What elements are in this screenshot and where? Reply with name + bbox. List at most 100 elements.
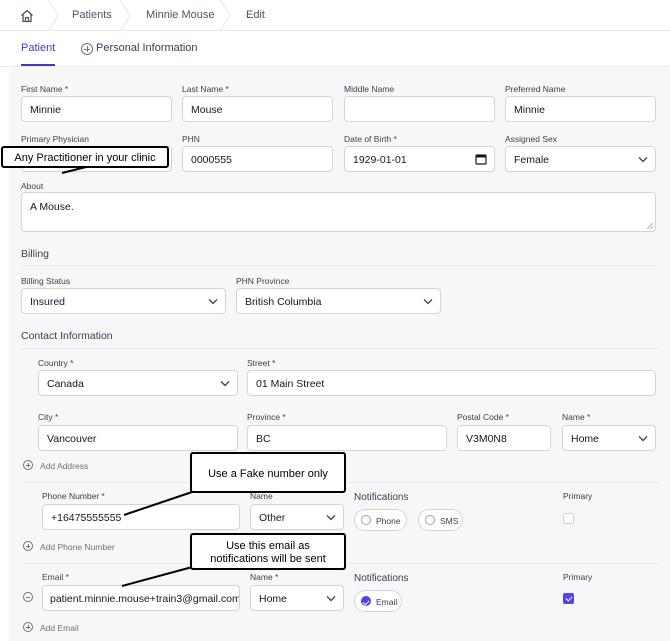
- breadcrumb-patient-name[interactable]: Minnie Mouse: [146, 9, 214, 21]
- date-of-birth-label: Date of Birth *: [344, 134, 397, 144]
- email-notifications-label: Notifications: [354, 573, 409, 584]
- billing-status-label: Billing Status: [21, 276, 71, 286]
- assigned-sex-select[interactable]: Female: [505, 146, 656, 172]
- chevron-down-icon: [326, 515, 336, 521]
- address-name-label: Name *: [562, 412, 591, 422]
- add-email-icon[interactable]: [23, 622, 33, 632]
- chevron-down-icon: [326, 596, 336, 602]
- phone-name-value: Other: [259, 512, 286, 524]
- assigned-sex-label: Assigned Sex: [505, 134, 557, 144]
- phone-number-label: Phone Number *: [42, 491, 105, 501]
- breadcrumb-patients[interactable]: Patients: [72, 9, 112, 21]
- city-label: City *: [38, 412, 59, 422]
- contact-information-heading: Contact Information: [21, 330, 113, 342]
- middle-name-label: Middle Name: [344, 84, 395, 94]
- postal-code-field[interactable]: V3M0N8: [457, 425, 551, 451]
- add-email-link[interactable]: Add Email: [40, 623, 79, 633]
- billing-status-select[interactable]: Insured: [21, 288, 226, 314]
- date-of-birth-field[interactable]: 1929-01-01: [344, 146, 495, 172]
- divider: [21, 348, 658, 349]
- add-phone-number-link[interactable]: Add Phone Number: [40, 542, 115, 552]
- billing-status-value: Insured: [30, 296, 66, 308]
- about-textarea[interactable]: A Mouse.: [21, 192, 656, 232]
- phone-notification-toggle[interactable]: Phone: [354, 509, 407, 531]
- divider: [21, 265, 658, 266]
- email-callout: Use this email as notifications will be …: [190, 533, 346, 570]
- email-notification-toggle[interactable]: Email: [354, 590, 402, 612]
- calendar-icon[interactable]: [475, 153, 487, 165]
- chevron-down-icon: [208, 299, 218, 305]
- email-primary-label: Primary: [563, 572, 593, 582]
- last-name-label: Last Name *: [182, 84, 229, 94]
- email-field[interactable]: patient.minnie.mouse+train3@gmail.com: [42, 585, 240, 611]
- first-name-field[interactable]: Minnie: [21, 96, 172, 122]
- phone-notification-radio: [361, 515, 371, 525]
- tab-bar: Patient Personal Information: [0, 31, 670, 67]
- add-phone-icon[interactable]: [23, 541, 33, 551]
- country-value: Canada: [47, 378, 84, 390]
- physician-callout-text: Any Practitioner in your clinic: [14, 152, 156, 164]
- first-name-label: First Name *: [21, 84, 69, 94]
- about-label: About: [21, 181, 44, 191]
- email-callout-line2: notifications will be sent: [210, 553, 326, 565]
- sms-notification-label: SMS: [440, 516, 459, 526]
- home-icon[interactable]: [19, 8, 35, 24]
- billing-heading: Billing: [21, 248, 50, 260]
- postal-code-label: Postal Code *: [457, 412, 509, 422]
- breadcrumb: Patients Minnie Mouse Edit: [0, 0, 670, 31]
- phn-field[interactable]: 0000555: [182, 146, 333, 172]
- primary-physician-label: Primary Physician: [21, 134, 90, 144]
- breadcrumb-separator-icon: [219, 0, 231, 31]
- middle-name-field[interactable]: [344, 96, 495, 122]
- phone-primary-label: Primary: [563, 491, 593, 501]
- phone-name-select[interactable]: Other: [250, 504, 344, 530]
- preferred-name-field[interactable]: Minnie: [505, 96, 656, 122]
- country-select[interactable]: Canada: [38, 370, 238, 396]
- tab-patient[interactable]: Patient: [21, 42, 55, 54]
- address-name-select[interactable]: Home: [562, 425, 656, 451]
- active-tab-indicator: [21, 64, 55, 66]
- last-name-field[interactable]: Mouse: [182, 96, 333, 122]
- date-of-birth-value: 1929-01-01: [353, 154, 407, 166]
- assigned-sex-value: Female: [514, 154, 550, 166]
- email-primary-checkbox[interactable]: [563, 593, 574, 604]
- phn-province-select[interactable]: British Columbia: [236, 288, 441, 314]
- breadcrumb-separator-icon: [119, 0, 131, 31]
- phn-label: PHN: [182, 134, 200, 144]
- sms-notification-toggle[interactable]: SMS: [418, 509, 463, 531]
- sms-notification-radio: [425, 515, 435, 525]
- add-address-link[interactable]: Add Address: [40, 461, 88, 471]
- add-address-icon[interactable]: [23, 460, 33, 470]
- email-notification-label: Email: [376, 597, 398, 607]
- chevron-down-icon: [638, 436, 648, 442]
- chevron-down-icon: [638, 157, 648, 163]
- email-callout-line1: Use this email as: [226, 540, 310, 552]
- breadcrumb-separator-icon: [47, 0, 59, 31]
- phn-province-label: PHN Province: [236, 276, 290, 286]
- physician-callout: Any Practitioner in your clinic: [1, 146, 169, 168]
- phone-callout: Use a Fake number only: [190, 452, 346, 493]
- street-label: Street *: [247, 358, 276, 368]
- phone-number-field[interactable]: +16475555555: [42, 504, 240, 530]
- city-field[interactable]: Vancouver: [38, 425, 238, 451]
- street-field[interactable]: 01 Main Street: [247, 370, 656, 396]
- email-name-label: Name *: [250, 572, 279, 582]
- address-name-value: Home: [571, 433, 600, 445]
- phone-primary-checkbox[interactable]: [563, 513, 574, 524]
- province-field[interactable]: BC: [247, 425, 447, 451]
- phone-notifications-label: Notifications: [354, 492, 409, 503]
- breadcrumb-edit: Edit: [246, 9, 265, 21]
- resize-handle-icon[interactable]: [647, 223, 653, 229]
- phone-notification-label: Phone: [376, 516, 401, 526]
- country-label: Country *: [38, 358, 74, 368]
- remove-email-icon[interactable]: [23, 592, 33, 602]
- phone-callout-text: Use a Fake number only: [208, 468, 328, 480]
- tab-personal-information[interactable]: Personal Information: [96, 42, 198, 54]
- email-label: Email *: [42, 572, 69, 582]
- chevron-down-icon: [220, 381, 230, 387]
- phn-province-value: British Columbia: [245, 296, 322, 308]
- chevron-down-icon: [423, 299, 433, 305]
- province-label: Province *: [247, 412, 286, 422]
- email-name-select[interactable]: Home: [250, 585, 344, 611]
- email-notification-radio: [361, 596, 371, 606]
